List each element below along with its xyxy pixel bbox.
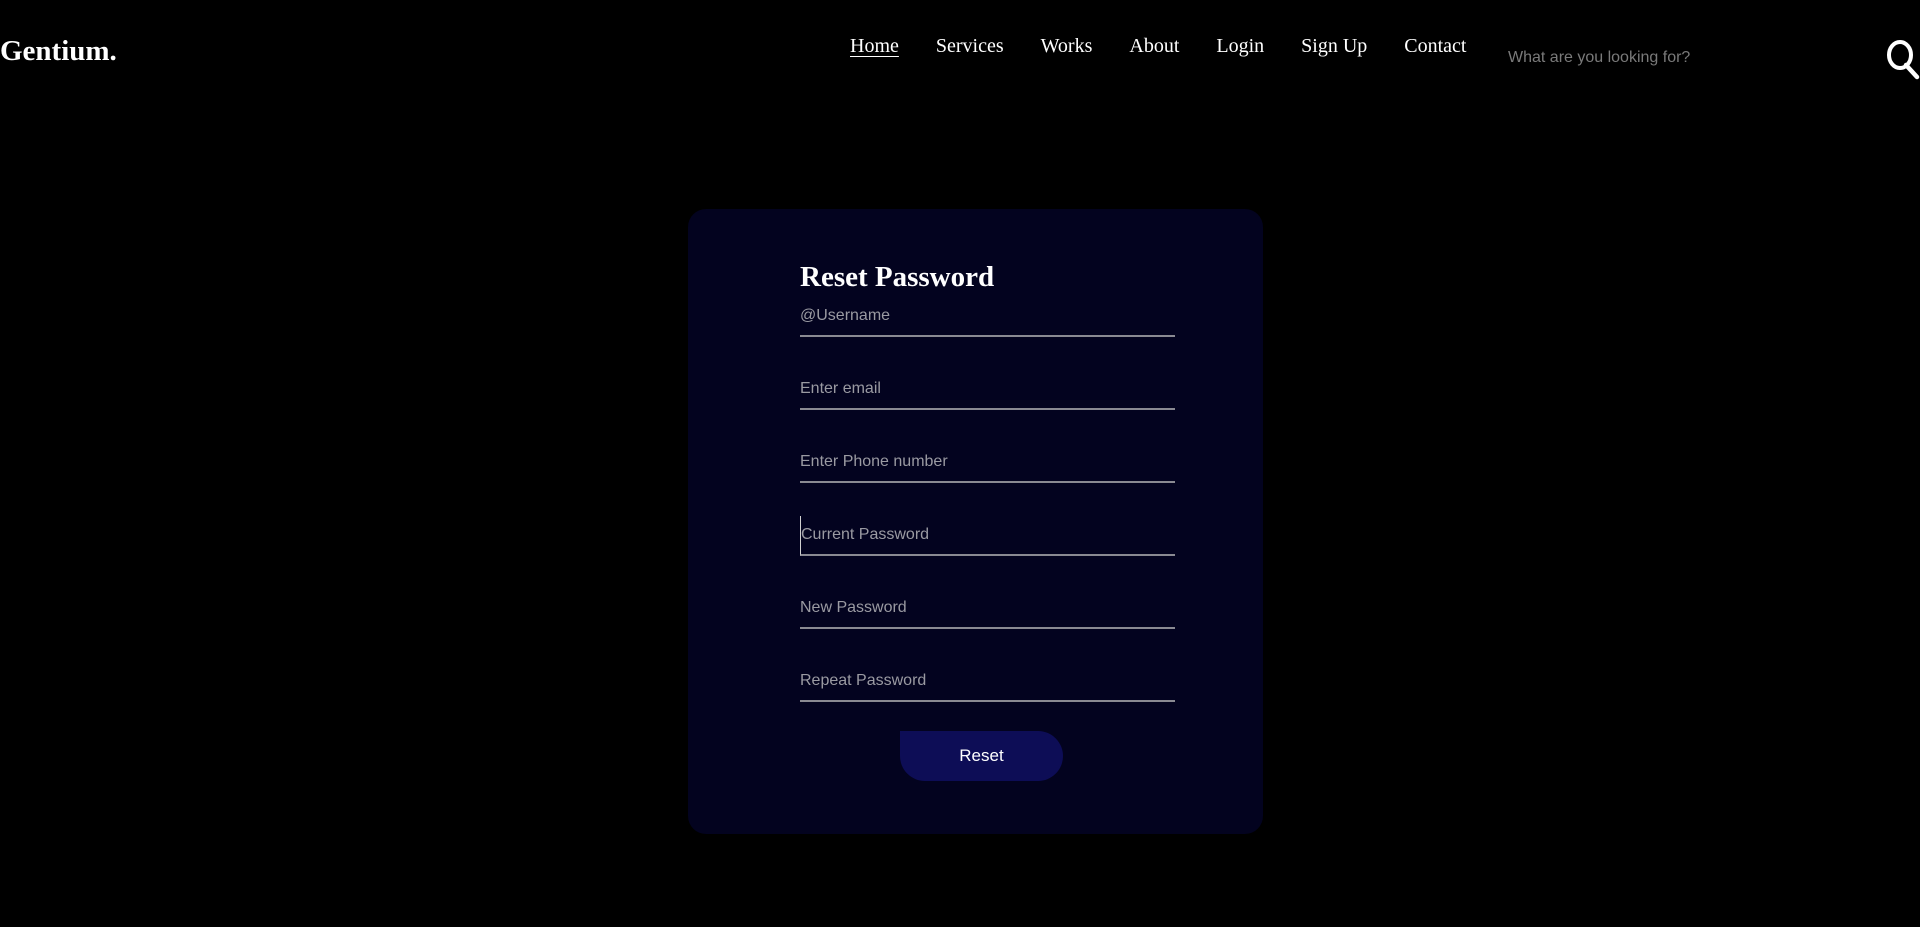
- nav-link-works[interactable]: Works: [1041, 30, 1093, 62]
- nav-link-login[interactable]: Login: [1216, 30, 1264, 62]
- nav-link-contact[interactable]: Contact: [1404, 30, 1466, 62]
- site-logo[interactable]: Gentium.: [0, 31, 117, 71]
- phone-number-field[interactable]: [800, 443, 1175, 483]
- nav-link-sign-up[interactable]: Sign Up: [1301, 30, 1367, 62]
- reset-password-card: Reset Password Reset: [688, 209, 1263, 834]
- repeat-password-field[interactable]: [800, 662, 1175, 702]
- email-field[interactable]: [800, 370, 1175, 410]
- nav-link-about[interactable]: About: [1129, 30, 1179, 62]
- current-password-field[interactable]: [800, 516, 1175, 556]
- new-password-field[interactable]: [800, 589, 1175, 629]
- reset-button[interactable]: Reset: [900, 731, 1063, 781]
- form-title: Reset Password: [800, 261, 995, 293]
- nav-link-home[interactable]: Home: [850, 30, 899, 62]
- search-icon[interactable]: [1884, 36, 1920, 80]
- main-nav: Home Services Works About Login Sign Up …: [850, 30, 1467, 62]
- username-field[interactable]: [800, 297, 1175, 337]
- nav-link-services[interactable]: Services: [936, 30, 1004, 62]
- search-input[interactable]: [1500, 42, 1800, 74]
